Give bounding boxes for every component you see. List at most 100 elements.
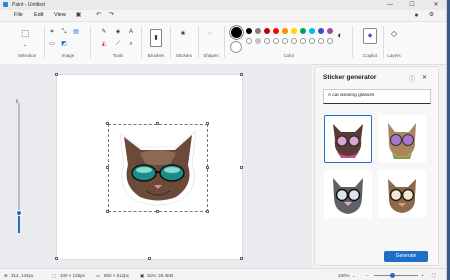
image-icon[interactable]: ▤ (72, 28, 80, 36)
rectangle-select-icon[interactable]: ⬚ (21, 29, 30, 38)
canvas-resize-handle[interactable] (240, 73, 243, 76)
color-wheel-icon[interactable]: ◐ (336, 31, 344, 40)
zoom-in-icon[interactable]: + (421, 273, 424, 278)
file-size: Size: 28.4KB (147, 273, 174, 278)
color-swatch[interactable] (327, 28, 333, 34)
color-swatch[interactable] (273, 38, 279, 44)
color-swatch[interactable] (327, 38, 333, 44)
ribbon-divider (90, 26, 91, 58)
selection-handle[interactable] (106, 122, 109, 125)
panel-close-icon[interactable]: ✕ (422, 74, 427, 81)
magnifier-icon[interactable]: ⌕ (127, 40, 135, 48)
secondary-color[interactable] (230, 41, 242, 53)
settings-icon[interactable]: ⚙ (427, 11, 436, 20)
selection-size-icon: ⬚ (52, 273, 57, 278)
color-swatch[interactable] (246, 28, 252, 34)
selection-handle[interactable] (206, 166, 209, 169)
canvas-resize-handle[interactable] (55, 257, 58, 260)
account-icon[interactable]: ● (412, 11, 421, 20)
layers-icon[interactable]: ◇ (390, 30, 398, 38)
chevron-down-icon[interactable]: ⌄ (21, 41, 29, 49)
primary-color[interactable] (230, 26, 243, 39)
menu-view[interactable]: View (54, 12, 66, 18)
zoom-slider-thumb[interactable] (16, 210, 22, 216)
close-button[interactable]: ✕ (428, 0, 444, 10)
eraser-icon[interactable]: ◭ (100, 40, 108, 48)
ribbon-divider (44, 26, 45, 58)
canvas-resize-handle[interactable] (148, 257, 151, 260)
sticker-option[interactable] (378, 115, 426, 163)
save-icon[interactable]: ▣ (74, 11, 83, 20)
resize-icon[interactable]: ⤡ (60, 28, 68, 36)
sticker-option[interactable] (324, 115, 372, 163)
select-icon[interactable]: ▭ (48, 40, 56, 48)
color-swatch[interactable] (255, 28, 261, 34)
selection-handle[interactable] (106, 210, 109, 213)
zoom-slider-fill (18, 213, 20, 233)
undo-icon[interactable]: ↶ (94, 11, 103, 20)
color-swatch[interactable] (309, 38, 315, 44)
pencil-icon[interactable]: ✎ (100, 28, 108, 36)
group-label-tools: Tools (112, 53, 124, 58)
menu-file[interactable]: File (14, 12, 23, 18)
menu-edit[interactable]: Edit (34, 12, 43, 18)
color-picker-icon[interactable]: ⟋ (114, 40, 122, 48)
color-swatch[interactable] (291, 38, 297, 44)
color-swatch[interactable] (318, 38, 324, 44)
zoom-slider-handle[interactable] (390, 273, 395, 278)
color-swatch[interactable] (273, 28, 279, 34)
selection-handle[interactable] (156, 210, 159, 213)
group-label-layers: Layers (387, 53, 401, 58)
zoom-level[interactable]: 100% (338, 273, 350, 278)
sticker-cat-pink-glasses-icon (333, 124, 363, 158)
fill-icon[interactable]: ◈ (114, 28, 122, 36)
color-swatch[interactable] (309, 28, 315, 34)
color-swatch[interactable] (300, 38, 306, 44)
zoom-out-icon[interactable]: − (366, 273, 369, 278)
color-swatch[interactable] (246, 38, 252, 44)
color-swatch[interactable] (255, 38, 261, 44)
sticker-cat-purple-glasses-icon (388, 123, 416, 159)
color-swatch[interactable] (291, 28, 297, 34)
color-swatch[interactable] (282, 38, 288, 44)
group-label-image: Image (61, 53, 75, 58)
selection-handle[interactable] (206, 122, 209, 125)
color-swatch[interactable] (300, 28, 306, 34)
minimize-button[interactable]: — (382, 0, 398, 10)
crop-icon[interactable]: ⌗ (48, 28, 56, 36)
text-icon[interactable]: A (127, 28, 135, 36)
cursor-position: 314, 134px (11, 273, 34, 278)
shapes-icon[interactable]: ◌ (206, 30, 214, 38)
color-swatch[interactable] (318, 28, 324, 34)
info-icon[interactable]: ⓘ (409, 74, 415, 83)
sticker-icon[interactable]: ❀ (179, 30, 187, 38)
chevron-down-icon[interactable]: ⌄ (352, 273, 355, 278)
sticker-option[interactable] (378, 170, 426, 218)
maximize-button[interactable]: ☐ (404, 0, 420, 10)
paint-app-icon (3, 2, 8, 7)
group-label-copilot: Copilot (362, 53, 377, 58)
canvas-resize-handle[interactable] (240, 166, 243, 169)
menu-bar: File Edit View ▣ ↶ ↷ ● ⚙ (0, 10, 446, 21)
sticker-cat-round-glasses-icon (388, 179, 416, 213)
selection-handle[interactable] (106, 166, 109, 169)
canvas-resize-handle[interactable] (240, 257, 243, 260)
sticker-prompt-input[interactable]: A cat wearing glasses (323, 89, 431, 104)
color-swatch[interactable] (282, 28, 288, 34)
file-size-icon: ▣ (140, 273, 145, 278)
color-swatch[interactable] (264, 28, 270, 34)
brush-icon[interactable]: ▮ (150, 29, 162, 47)
zoom-slider-track[interactable] (374, 275, 418, 276)
redo-icon[interactable]: ↷ (107, 11, 116, 20)
fit-to-window-icon[interactable]: ⛶ (432, 273, 435, 278)
selection-handle[interactable] (206, 210, 209, 213)
sticker-option[interactable] (324, 170, 372, 218)
canvas-resize-handle[interactable] (55, 73, 58, 76)
generate-button[interactable]: Generate (384, 251, 428, 262)
color-swatch[interactable] (264, 38, 270, 44)
panel-title: Sticker generator (323, 74, 377, 81)
ribbon-toolbar: ⬚ ⌄ Selection ⌗ ⤡ ▭ ◩ ▤ Image ✎ ◈ A ◭ ⟋ … (0, 21, 446, 65)
copilot-icon[interactable]: ◆ (363, 28, 377, 44)
paint-window: Paint - Untitled — ☐ ✕ File Edit View ▣ … (0, 0, 447, 280)
rotate-icon[interactable]: ◩ (60, 40, 68, 48)
